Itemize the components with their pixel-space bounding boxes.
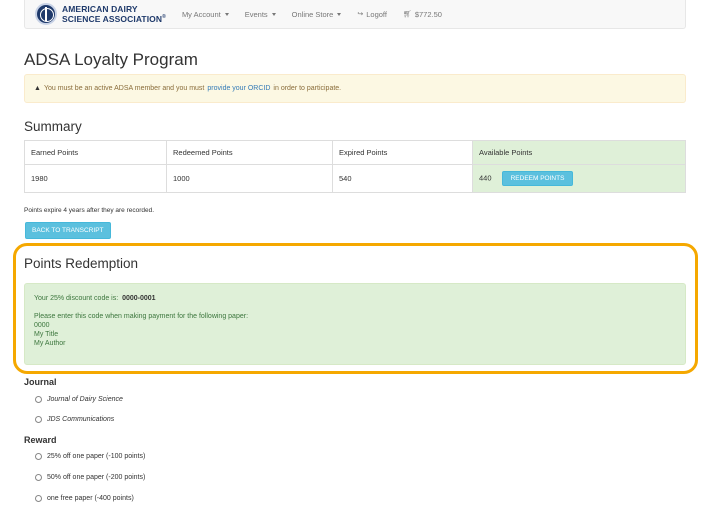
logo-text: AMERICAN DAIRY SCIENCE ASSOCIATION® xyxy=(62,5,166,24)
redeemed-points-value: 1000 xyxy=(166,164,333,193)
earned-points-value: 1980 xyxy=(24,164,167,193)
available-points-value: 440 xyxy=(479,173,492,183)
payment-instruction: Please enter this code when making payme… xyxy=(34,313,249,320)
points-redemption-heading: Points Redemption xyxy=(24,256,139,271)
paper-author: My Author xyxy=(34,340,66,347)
discount-code-line: Your 25% discount code is: 0000-0001 xyxy=(34,294,676,303)
nav-my-account-label: My Account xyxy=(181,9,221,19)
radio-label: Journal of Dairy Science xyxy=(47,396,123,403)
warning-text-end: in order to participate. xyxy=(273,85,342,92)
column-header: Available Points xyxy=(472,140,686,165)
chevron-down-icon xyxy=(271,12,276,16)
cart-total: $772.50 xyxy=(414,9,442,19)
radio-button[interactable] xyxy=(35,416,42,423)
nav-my-account[interactable]: My Account xyxy=(182,10,229,19)
radio-button[interactable] xyxy=(35,495,42,502)
available-points-cell: 440 REDEEM POINTS xyxy=(472,164,686,193)
column-header: Expired Points xyxy=(332,140,473,165)
discount-code-alert: Your 25% discount code is: 0000-0001 Ple… xyxy=(24,283,686,365)
nav-online-store-label: Online Store xyxy=(291,9,334,19)
membership-warning-alert: ▲ You must be an active ADSA member and … xyxy=(24,74,686,103)
radio-label: one free paper (-400 points) xyxy=(47,495,134,502)
discount-code: 0000-0001 xyxy=(122,295,156,302)
summary-heading: Summary xyxy=(24,119,82,134)
nav-logoff[interactable]: ↪ Logoff xyxy=(357,10,387,19)
radio-button[interactable] xyxy=(35,474,42,481)
points-summary-table: Earned Points Redeemed Points Expired Po… xyxy=(24,140,686,193)
expired-points-value: 540 xyxy=(332,164,473,193)
reward-option-free[interactable]: one free paper (-400 points) xyxy=(35,495,134,502)
expiry-note: Points expire 4 years after they are rec… xyxy=(24,207,155,214)
paper-id: 0000 xyxy=(34,322,50,329)
nav-online-store[interactable]: Online Store xyxy=(292,10,342,19)
chevron-down-icon xyxy=(337,12,342,16)
journal-option-jds[interactable]: Journal of Dairy Science xyxy=(35,396,123,403)
paper-title: My Title xyxy=(34,331,59,338)
radio-button[interactable] xyxy=(35,453,42,460)
logo-text-line2: SCIENCE ASSOCIATION xyxy=(62,13,163,24)
journal-label: Journal xyxy=(24,377,57,387)
chevron-down-icon xyxy=(224,12,229,16)
column-header: Redeemed Points xyxy=(166,140,333,165)
redeem-points-button[interactable]: REDEEM POINTS xyxy=(501,171,574,186)
nav-events[interactable]: Events xyxy=(245,10,276,19)
orcid-link[interactable]: provide your ORCID xyxy=(207,85,270,92)
back-to-transcript-button[interactable]: BACK TO TRANSCRIPT xyxy=(25,222,111,239)
radio-label: JDS Communications xyxy=(47,416,115,423)
adsa-logo[interactable]: AMERICAN DAIRY SCIENCE ASSOCIATION® xyxy=(35,3,166,25)
reward-label: Reward xyxy=(24,435,57,445)
adsa-seal-icon xyxy=(35,3,57,25)
discount-code-label: Your 25% discount code is: xyxy=(34,295,119,302)
logo-text-line1: AMERICAN DAIRY xyxy=(62,3,138,14)
cart-icon: 🛒︎ xyxy=(402,11,412,18)
table-header-row: Earned Points Redeemed Points Expired Po… xyxy=(24,140,686,165)
warning-icon: ▲ xyxy=(34,85,41,92)
radio-button[interactable] xyxy=(35,396,42,403)
radio-label: 25% off one paper (-100 points) xyxy=(47,453,146,460)
reward-option-25[interactable]: 25% off one paper (-100 points) xyxy=(35,453,145,460)
nav-cart[interactable]: 🛒︎ $772.50 xyxy=(403,10,442,19)
reward-option-50[interactable]: 50% off one paper (-200 points) xyxy=(35,474,145,481)
logoff-icon: ↪ xyxy=(357,11,364,18)
warning-text: You must be an active ADSA member and yo… xyxy=(43,85,205,92)
nav-events-label: Events xyxy=(244,9,268,19)
top-navbar: AMERICAN DAIRY SCIENCE ASSOCIATION® My A… xyxy=(24,0,686,29)
page-title: ADSA Loyalty Program xyxy=(24,50,198,69)
table-row: 1980 1000 540 440 REDEEM POINTS xyxy=(24,164,686,193)
journal-option-jds-communications[interactable]: JDS Communications xyxy=(35,416,114,423)
registered-mark: ® xyxy=(162,14,166,21)
nav-logoff-label: Logoff xyxy=(366,9,387,19)
radio-label: 50% off one paper (-200 points) xyxy=(47,474,146,481)
column-header: Earned Points xyxy=(24,140,167,165)
